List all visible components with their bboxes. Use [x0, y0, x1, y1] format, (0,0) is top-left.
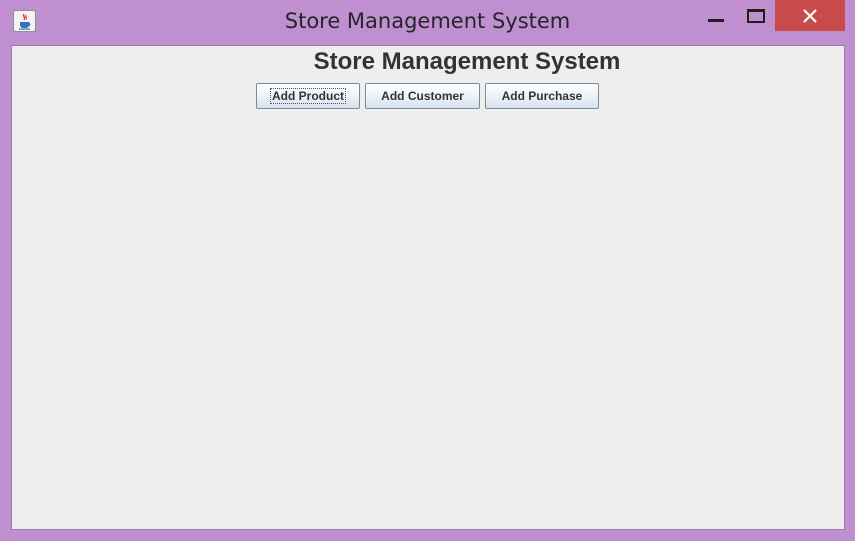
minimize-icon — [708, 19, 724, 22]
minimize-button[interactable] — [696, 0, 736, 31]
app-window: Store Management System Store Management… — [0, 0, 855, 541]
add-purchase-label: Add Purchase — [501, 89, 583, 103]
add-customer-label: Add Customer — [381, 89, 464, 103]
maximize-icon — [747, 9, 765, 23]
content-panel: Store Management System Add Product Add … — [11, 45, 845, 530]
add-purchase-button[interactable]: Add Purchase — [485, 83, 599, 109]
add-product-button[interactable]: Add Product — [256, 83, 360, 109]
add-product-label: Add Product — [270, 88, 346, 104]
add-customer-button[interactable]: Add Customer — [365, 83, 480, 109]
close-button[interactable] — [775, 0, 845, 31]
close-icon — [803, 9, 817, 23]
title-bar[interactable]: Store Management System — [0, 0, 855, 44]
page-title: Store Management System — [313, 48, 621, 75]
maximize-button[interactable] — [737, 0, 775, 31]
